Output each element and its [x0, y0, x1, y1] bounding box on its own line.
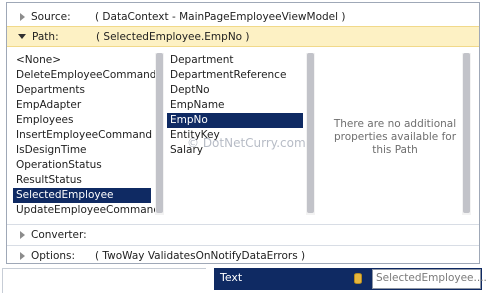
source-section-header[interactable]: Source: ( DataContext - MainPageEmployee… [7, 7, 479, 27]
list-item[interactable]: ResultStatus [13, 173, 151, 188]
scrollbar-thumb[interactable] [463, 53, 470, 213]
list-item[interactable]: DepartmentReference [167, 68, 303, 83]
converter-section-header[interactable]: Converter: [7, 224, 479, 244]
converter-label: Converter: [31, 228, 87, 241]
text-property-row[interactable]: Text SelectedEmployee.... [214, 268, 486, 290]
list-item[interactable]: Salary [167, 143, 303, 158]
list-item[interactable]: UpdateEmployeeCommand [13, 203, 160, 218]
options-section-header[interactable]: Options: ( TwoWay ValidatesOnNotifyDataE… [7, 245, 479, 265]
source-properties-list[interactable]: <None> DeleteEmployeeCommand Departments… [13, 53, 160, 218]
expand-arrow-icon[interactable] [20, 230, 25, 239]
sub-properties-panel: There are no additional properties avail… [329, 49, 471, 219]
list-item[interactable]: IsDesignTime [13, 143, 151, 158]
list-item[interactable]: EntityKey [167, 128, 303, 143]
list-item[interactable]: DeleteEmployeeCommand [13, 68, 156, 83]
property-value-field[interactable]: SelectedEmployee.... [372, 269, 486, 289]
source-value: ( DataContext - MainPageEmployeeViewMode… [95, 11, 346, 23]
list-item[interactable]: OperationStatus [13, 158, 151, 173]
path-section-header[interactable]: Path: ( SelectedEmployee.EmpNo ) [7, 26, 479, 47]
options-label: Options: [31, 249, 76, 262]
list-item[interactable]: EmpName [167, 98, 303, 113]
path-value: ( SelectedEmployee.EmpNo ) [96, 30, 250, 43]
property-name: Text [220, 271, 243, 284]
vertical-scrollbar[interactable] [462, 53, 471, 215]
list-item[interactable]: DeptNo [167, 83, 303, 98]
employee-properties-list[interactable]: Department DepartmentReference DeptNo Em… [167, 53, 303, 158]
list-item[interactable]: Employees [13, 113, 151, 128]
source-properties-list-panel: <None> DeleteEmployeeCommand Departments… [13, 49, 164, 219]
list-item[interactable]: InsertEmployeeCommand [13, 128, 152, 143]
path-label: Path: [32, 30, 59, 43]
database-icon[interactable] [354, 273, 362, 284]
properties-grid-strip: Text SelectedEmployee.... [0, 266, 486, 293]
source-label: Source: [31, 11, 71, 23]
vertical-scrollbar[interactable] [155, 53, 164, 215]
list-item[interactable]: Department [167, 53, 303, 68]
list-item-selected[interactable]: SelectedEmployee [13, 188, 151, 203]
options-value: ( TwoWay ValidatesOnNotifyDataErrors ) [95, 249, 306, 262]
collapse-arrow-icon[interactable] [18, 34, 26, 39]
expand-arrow-icon[interactable] [20, 251, 25, 260]
expand-arrow-icon[interactable] [20, 13, 25, 21]
scrollbar-thumb[interactable] [156, 53, 163, 213]
no-properties-message: There are no additional properties avail… [333, 118, 457, 156]
list-item-selected[interactable]: EmpNo [167, 113, 303, 128]
vertical-scrollbar[interactable] [306, 53, 315, 215]
list-item[interactable]: EmpAdapter [13, 98, 151, 113]
left-panel-edge [2, 268, 206, 293]
property-value: SelectedEmployee.... [376, 272, 486, 284]
list-item[interactable]: Departments [13, 83, 151, 98]
scrollbar-thumb[interactable] [307, 53, 314, 213]
employee-properties-list-panel: Department DepartmentReference DeptNo Em… [167, 49, 317, 219]
list-item[interactable]: <None> [13, 53, 151, 68]
binding-editor-panel: Source: ( DataContext - MainPageEmployee… [6, 2, 480, 264]
